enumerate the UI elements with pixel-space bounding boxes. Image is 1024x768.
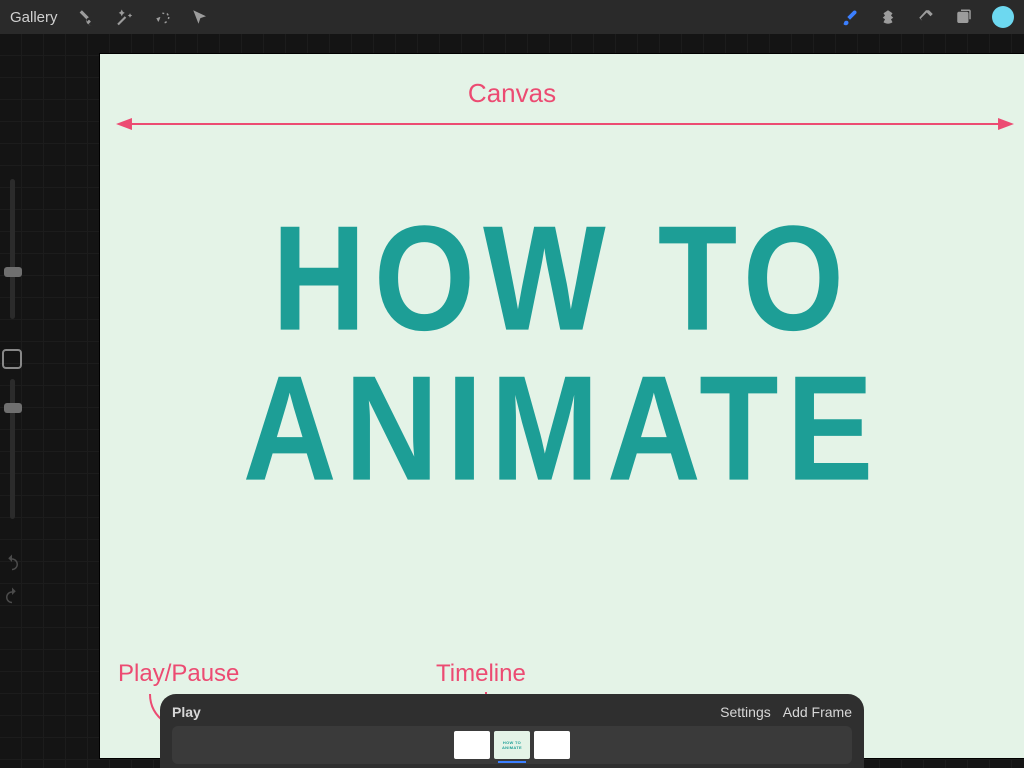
redo-icon[interactable] [3, 586, 21, 609]
undo-icon[interactable] [3, 553, 21, 576]
wand-icon[interactable] [114, 7, 134, 27]
canvas-text-line-2: ANIMATE [100, 342, 1024, 514]
selection-icon[interactable] [152, 7, 172, 27]
modify-button[interactable] [2, 349, 22, 369]
canvas-artwork: HOW TO ANIMATE [100, 204, 1024, 503]
timeline-settings-button[interactable]: Settings [720, 704, 771, 720]
smudge-icon[interactable] [878, 7, 898, 27]
left-sidebar [0, 179, 24, 609]
canvas[interactable]: HOW TO ANIMATE [100, 54, 1024, 758]
timeline-track[interactable]: HOW TO ANIMATE [172, 726, 852, 764]
play-button[interactable]: Play [172, 704, 201, 720]
slider-thumb[interactable] [4, 267, 22, 277]
frame-thumb-line-2: ANIMATE [502, 745, 522, 750]
move-icon[interactable] [190, 7, 210, 27]
layers-icon[interactable] [954, 7, 974, 27]
animation-timeline-panel: Play Settings Add Frame HOW TO ANIMATE [160, 694, 864, 768]
annotation-canvas-label: Canvas [468, 78, 556, 109]
annotation-play-label: Play/Pause [118, 660, 239, 688]
gallery-button[interactable]: Gallery [10, 9, 58, 26]
brush-icon[interactable] [840, 7, 860, 27]
brush-size-slider[interactable] [10, 179, 15, 319]
timeline-frame[interactable] [454, 731, 490, 759]
canvas-text-line-1: HOW TO [100, 193, 1024, 365]
workspace: HOW TO ANIMATE Canvas Timeline Play/Paus… [0, 34, 1024, 768]
timeline-frame[interactable] [534, 731, 570, 759]
opacity-slider[interactable] [10, 379, 15, 519]
annotation-timeline-label: Timeline [436, 660, 526, 688]
top-toolbar: Gallery [0, 0, 1024, 34]
slider-thumb[interactable] [4, 403, 22, 413]
add-frame-button[interactable]: Add Frame [783, 704, 852, 720]
wrench-icon[interactable] [76, 7, 96, 27]
eraser-icon[interactable] [916, 7, 936, 27]
color-swatch-button[interactable] [992, 6, 1014, 28]
timeline-frame-active[interactable]: HOW TO ANIMATE [494, 731, 530, 759]
